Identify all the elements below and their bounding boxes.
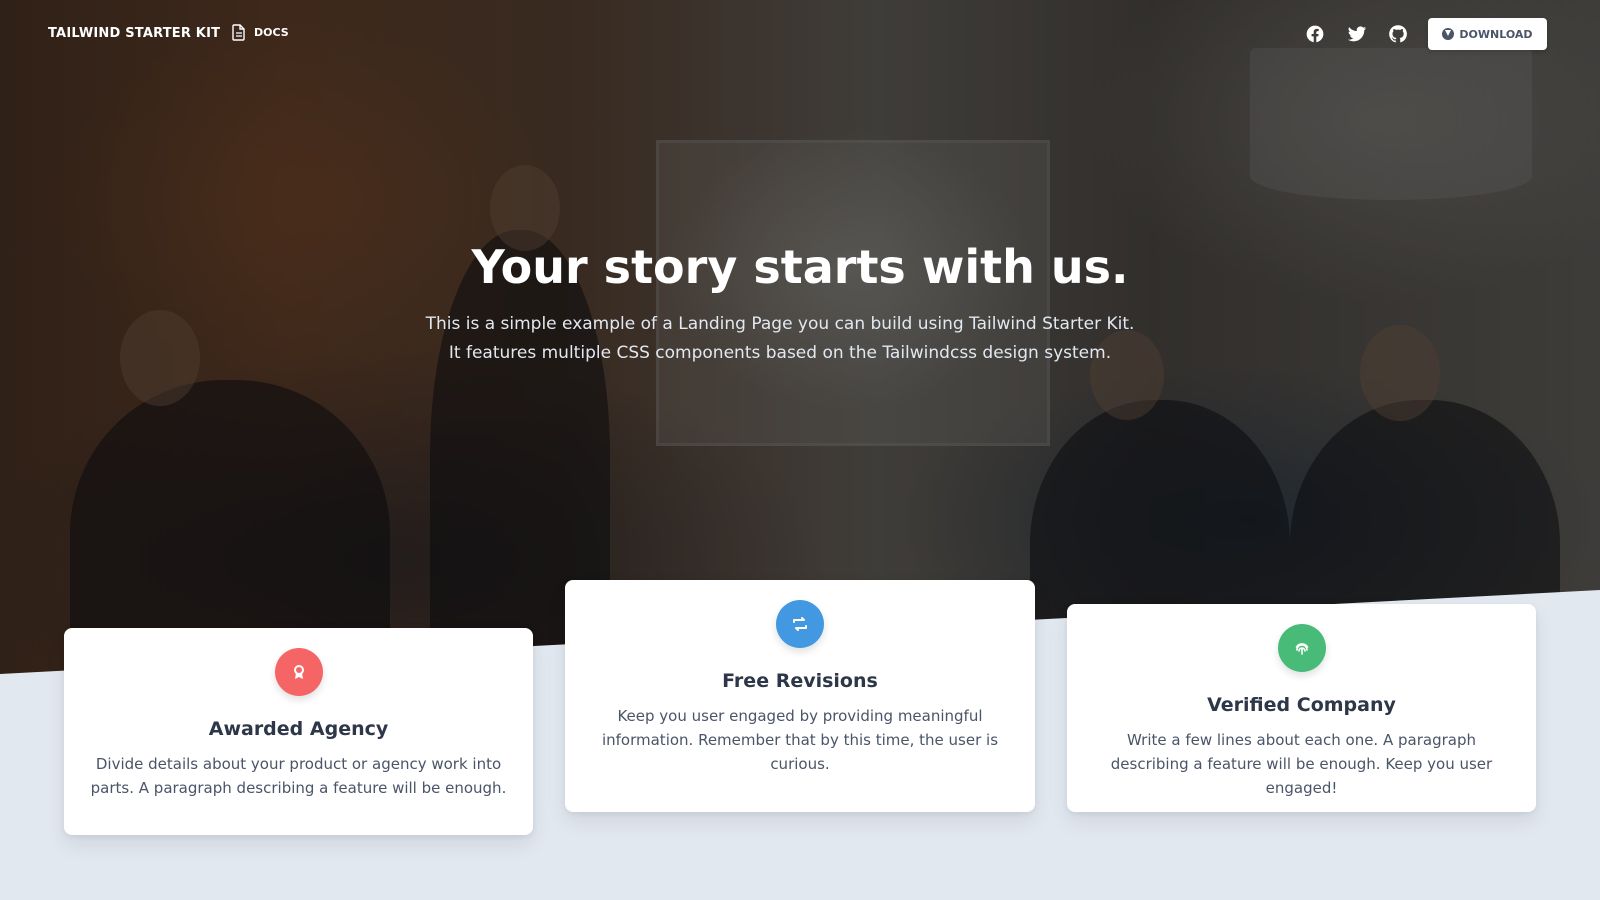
retweet-icon: [776, 600, 824, 648]
download-label: DOWNLOAD: [1459, 27, 1533, 41]
feature-card-free-revisions: Free Revisions Keep you user engaged by …: [565, 580, 1035, 812]
top-navbar: TAILWIND STARTER KIT DOCS DOWNLOAD: [0, 0, 1600, 68]
feature-card-text: Divide details about your product or age…: [90, 755, 507, 797]
feature-card-title: Free Revisions: [722, 670, 878, 692]
award-icon: [274, 648, 323, 696]
feature-card-title: Awarded Agency: [208, 718, 389, 740]
twitter-link[interactable]: [1347, 24, 1369, 46]
facebook-link[interactable]: [1305, 24, 1327, 46]
feature-card-text: Write a few lines about each one. A para…: [1110, 731, 1493, 797]
github-link[interactable]: [1388, 24, 1410, 46]
docs-link[interactable]: DOCS: [232, 24, 289, 41]
twitter-icon: [1347, 26, 1367, 42]
docs-label: DOCS: [254, 26, 289, 39]
fingerprint-icon: [1277, 624, 1326, 672]
github-icon: [1389, 25, 1407, 43]
feature-card-title: Verified Company: [1207, 694, 1396, 716]
hero-title: Your story starts with us.: [471, 240, 1129, 294]
facebook-icon: [1306, 25, 1324, 43]
feature-card-verified-company: Verified Company Write a few lines about…: [1067, 604, 1536, 812]
document-icon: [232, 24, 245, 41]
download-icon: [1442, 28, 1455, 40]
brand-link[interactable]: TAILWIND STARTER KIT: [48, 26, 220, 41]
feature-card-awarded-agency: Awarded Agency Divide details about your…: [64, 628, 533, 835]
feature-card-text: Keep you user engaged by providing meani…: [601, 707, 999, 773]
hero-subtitle: This is a simple example of a Landing Pa…: [425, 314, 1135, 363]
download-button[interactable]: DOWNLOAD: [1428, 18, 1547, 50]
